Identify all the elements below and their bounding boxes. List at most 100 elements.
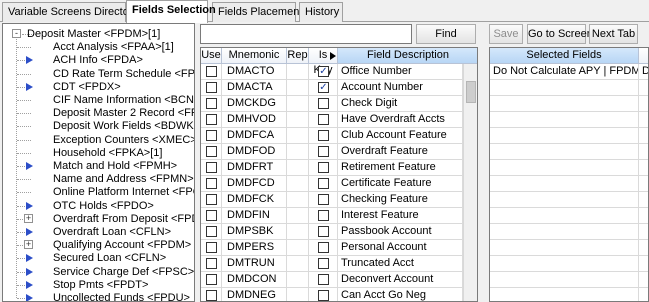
table-row[interactable]: DMHVOD Have Overdraft Accts [201,112,463,128]
col-header-selected-fields[interactable]: Selected Fields [490,48,639,64]
tab-history[interactable]: History [299,2,343,22]
table-row[interactable] [490,128,648,144]
tree-item[interactable]: Name and Address <FPMN>[1] [53,172,194,186]
tree-item[interactable]: OTC Holds <FPDO> [53,199,154,213]
table-row[interactable] [490,96,648,112]
tree-item[interactable]: Household <FPKA>[1] [53,146,162,160]
use-checkbox[interactable] [206,226,217,237]
col-header-field-description[interactable]: Field Description [338,48,477,64]
use-checkbox[interactable] [206,114,217,125]
use-checkbox[interactable] [206,274,217,285]
table-row[interactable] [490,256,648,272]
table-row[interactable]: DMCKDG Check Digit [201,96,463,112]
table-row[interactable]: DMDFCA Club Account Feature [201,128,463,144]
is-key-checkbox[interactable] [318,290,329,301]
table-row[interactable] [490,288,648,301]
find-button[interactable]: Find [416,24,476,44]
fields-grid[interactable]: Use Mnemonic Rep Is Key Field Descriptio… [200,47,478,302]
table-row[interactable] [490,240,648,256]
use-checkbox[interactable] [206,98,217,109]
go-to-screen-button[interactable]: Go to Screen [527,24,593,44]
use-checkbox[interactable] [206,194,217,205]
is-key-checkbox[interactable] [318,130,329,141]
use-checkbox[interactable] [206,290,217,301]
use-checkbox[interactable] [206,146,217,157]
col-header-rep[interactable]: Rep [287,48,309,64]
col-header-mnemonic[interactable]: Mnemonic [222,48,287,64]
use-checkbox[interactable] [206,242,217,253]
table-row[interactable]: DMPSBK Passbook Account [201,224,463,240]
is-key-checkbox[interactable] [318,98,329,109]
tree-item[interactable]: Deposit Work Fields <BDWK>[1] [53,119,194,133]
use-checkbox[interactable] [206,130,217,141]
col-header-extra[interactable] [639,48,648,64]
table-row[interactable]: Do Not Calculate APY | FPDMNAPYD [490,64,648,80]
search-input[interactable] [200,24,412,44]
is-key-checkbox[interactable] [318,194,329,205]
use-checkbox[interactable] [206,82,217,93]
table-row[interactable] [490,192,648,208]
is-key-checkbox[interactable] [318,226,329,237]
table-row[interactable]: DMPERS Personal Account [201,240,463,256]
table-row[interactable]: DMDFCK Checking Feature [201,192,463,208]
tree-item[interactable]: Deposit Master 2 Record <FPM2>[1] [53,106,194,120]
is-key-checkbox[interactable] [318,210,329,221]
tree-item[interactable]: Online Platform Internet <FPON>[1] [53,185,194,199]
table-row[interactable]: DMDCON Deconvert Account [201,272,463,288]
screen-tree[interactable]: - Deposit Master <FPDM>[1] Acct Analysis <… [2,23,195,302]
col-header-use[interactable]: Use [201,48,222,64]
is-key-checkbox[interactable] [318,274,329,285]
table-row[interactable]: DMDFIN Interest Feature [201,208,463,224]
table-row[interactable]: DMDFCD Certificate Feature [201,176,463,192]
is-key-checkbox[interactable] [318,114,329,125]
tree-item[interactable]: Acct Analysis <FPAA>[1] [53,40,174,54]
is-key-checkbox[interactable] [318,258,329,269]
tab-variable-screens-directory[interactable]: Variable Screens Directory [2,2,138,22]
table-row[interactable]: DMDFOD Overdraft Feature [201,144,463,160]
fields-grid-scrollbar[interactable] [463,64,477,301]
tree-item[interactable]: CDT <FPDX> [53,80,121,94]
expand-icon[interactable]: + [24,213,33,223]
tree-item[interactable]: Match and Hold <FPMH> [53,159,177,173]
table-row[interactable] [490,272,648,288]
tree-item[interactable]: CD Rate Term Schedule <FPCS>[1] [53,67,194,81]
tab-fields-placement[interactable]: Fields Placement [212,2,302,22]
is-key-checkbox[interactable] [318,146,329,157]
tab-fields-selection[interactable]: Fields Selection [126,0,216,23]
expand-icon[interactable]: + [24,240,33,250]
tree-item[interactable]: Uncollected Funds <FPDU> [53,291,190,301]
table-row[interactable] [490,112,648,128]
tree-item[interactable]: Exception Counters <XMEC>[1] [53,133,194,147]
save-button[interactable]: Save [489,24,523,44]
tree-item[interactable]: Service Charge Def <FPSC> [53,265,194,279]
table-row[interactable] [490,176,648,192]
table-row[interactable] [490,144,648,160]
is-key-checkbox[interactable] [318,242,329,253]
tree-item[interactable]: ACH Info <FPDA> [53,53,143,67]
tree-item[interactable]: Overdraft Loan <CFLN> [53,225,171,239]
next-tab-button[interactable]: Next Tab [589,24,638,44]
tree-item[interactable]: Overdraft From Deposit <FPDM> [53,212,194,226]
is-key-checkbox[interactable] [318,162,329,173]
table-row[interactable]: DMACTO ✓ Office Number [201,64,463,80]
table-row[interactable] [490,160,648,176]
is-key-checkbox[interactable] [318,178,329,189]
table-row[interactable]: DMTRUN Truncated Acct [201,256,463,272]
table-row[interactable] [490,224,648,240]
is-key-checkbox[interactable]: ✓ [318,82,329,93]
table-row[interactable] [490,208,648,224]
tree-item[interactable]: Stop Pmts <FPDT> [53,278,148,292]
use-checkbox[interactable] [206,258,217,269]
table-row[interactable] [490,80,648,96]
use-checkbox[interactable] [206,66,217,77]
is-key-checkbox[interactable]: ✓ [318,66,329,77]
table-row[interactable]: DMACTA ✓ Account Number [201,80,463,96]
tree-item[interactable]: Deposit Master <FPDM>[1] [27,27,160,41]
collapse-icon[interactable]: - [12,29,21,38]
tree-item[interactable]: Qualifying Account <FPDM> [53,238,191,252]
scrollbar-thumb[interactable] [466,81,476,103]
table-row[interactable]: DMDNEG Can Acct Go Neg [201,288,463,301]
use-checkbox[interactable] [206,178,217,189]
table-row[interactable]: DMDFRT Retirement Feature [201,160,463,176]
use-checkbox[interactable] [206,210,217,221]
